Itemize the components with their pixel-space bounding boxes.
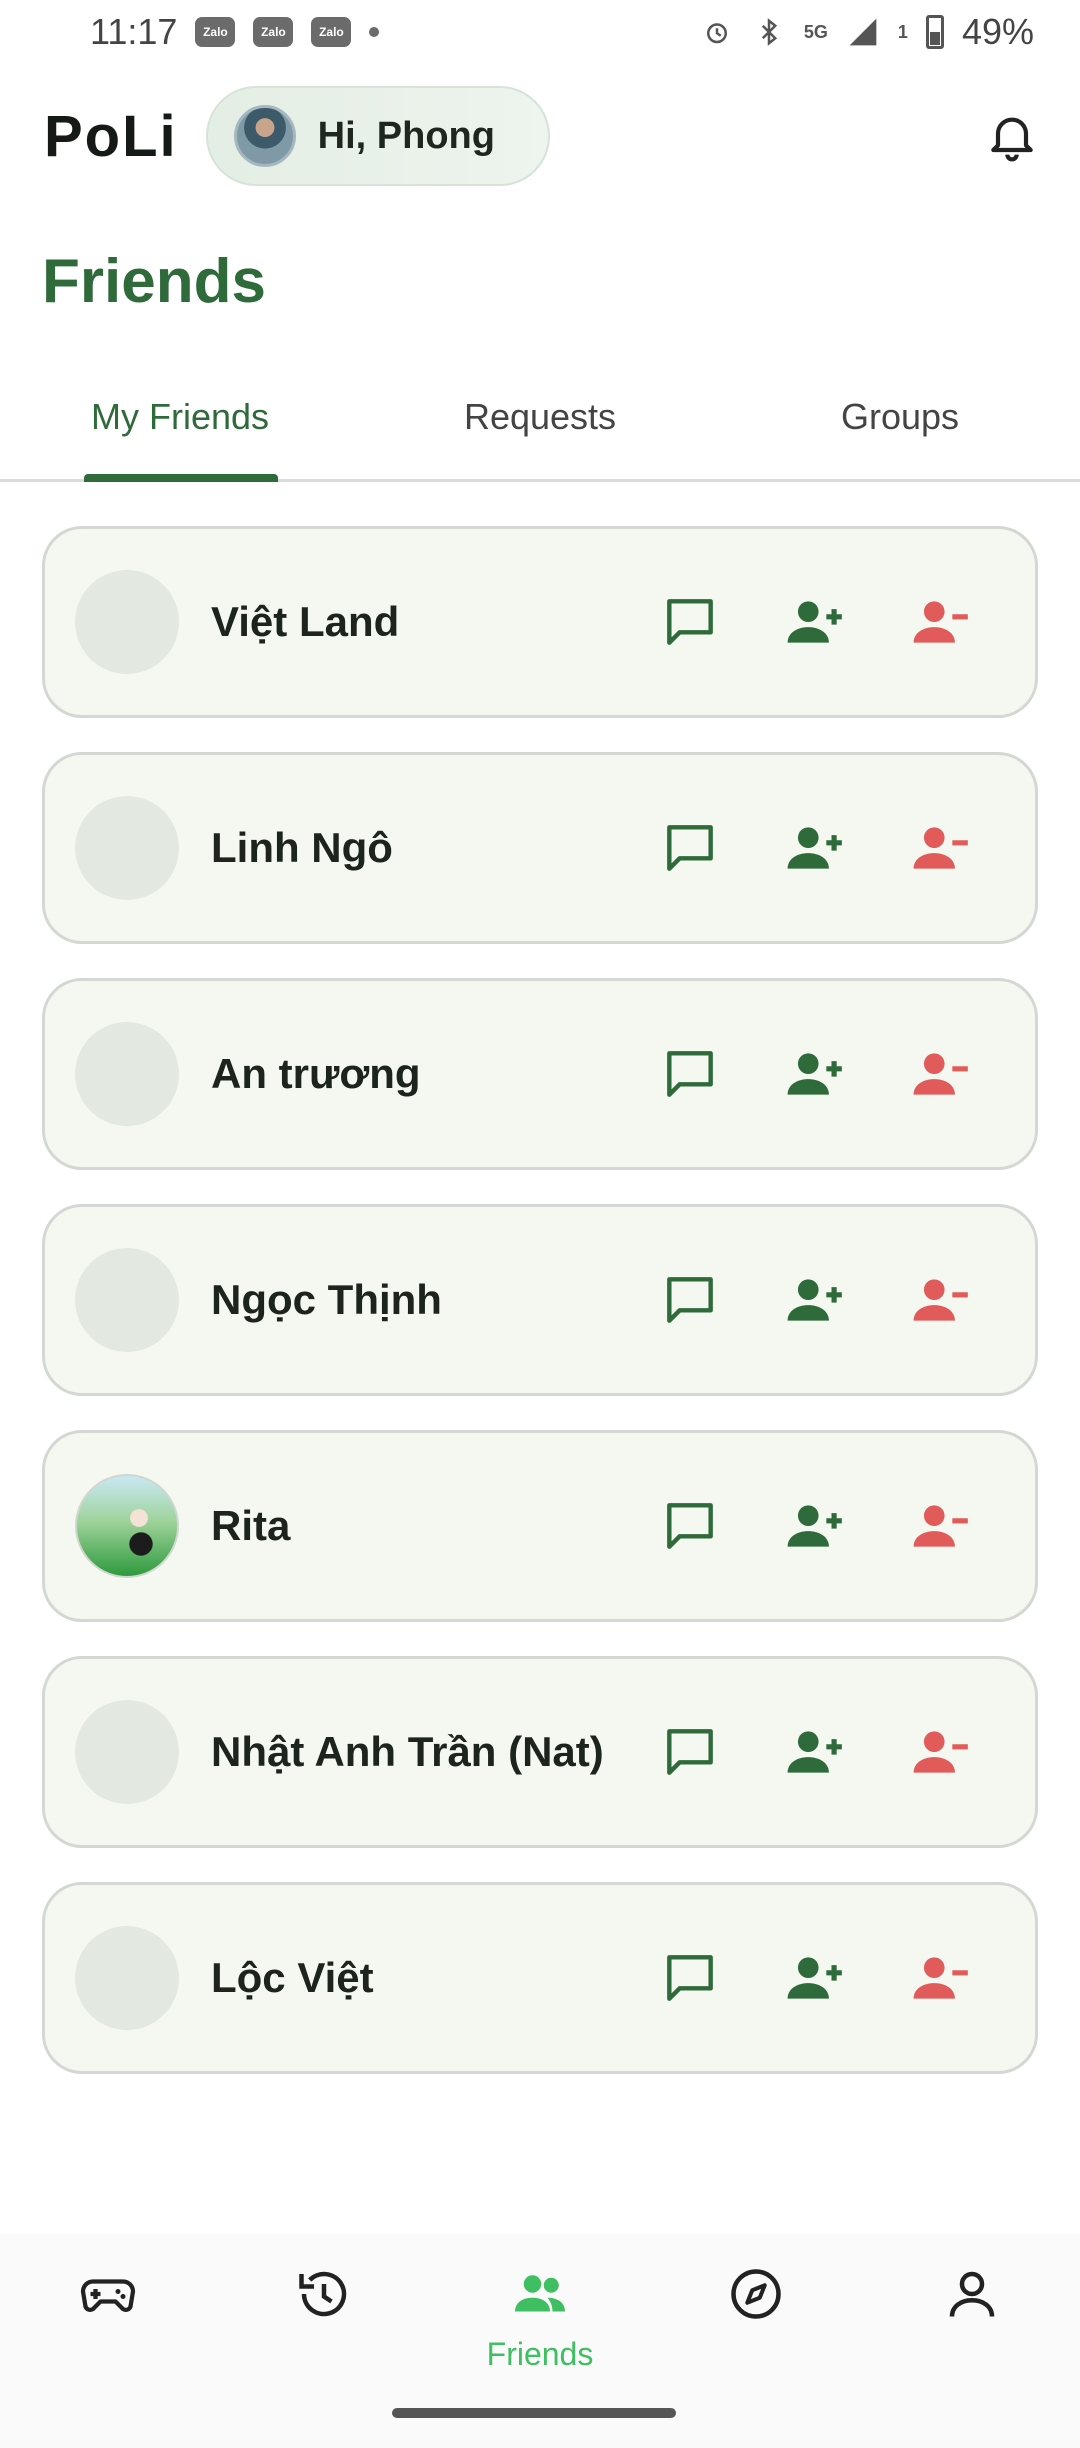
- friend-name: Ngọc Thịnh: [211, 1276, 442, 1323]
- sim-badge: 1: [897, 21, 908, 42]
- friend-actions: [659, 1495, 973, 1557]
- nav-friends-label: Friends: [486, 2336, 594, 2372]
- nav-history[interactable]: [244, 2264, 404, 2448]
- friend-actions: [659, 1269, 973, 1331]
- friend-card[interactable]: Ngọc Thịnh: [42, 1204, 1038, 1396]
- app-header: PoLi Hi, Phong: [0, 84, 1080, 188]
- history-icon: [299, 2271, 347, 2317]
- message-icon[interactable]: [659, 591, 721, 653]
- zalo-notification-icon: Zalo: [195, 17, 236, 47]
- friend-actions: [659, 1043, 973, 1105]
- app-logo: PoLi: [44, 103, 178, 169]
- status-right: 5G 1 49%: [700, 11, 1034, 53]
- friend-name: Linh Ngô: [211, 824, 393, 871]
- friend-actions: [659, 1721, 973, 1783]
- add-friend-icon[interactable]: [785, 1495, 847, 1557]
- message-icon[interactable]: [659, 817, 721, 879]
- zalo-notification-icon: Zalo: [311, 17, 352, 47]
- friend-name: Rita: [211, 1502, 291, 1549]
- tab-groups[interactable]: Groups: [720, 380, 1080, 479]
- message-icon[interactable]: [659, 1043, 721, 1105]
- friend-name: Nhật Anh Trần (Nat): [211, 1728, 604, 1775]
- bluetooth-icon: [752, 15, 786, 49]
- notification-bell-icon[interactable]: [984, 108, 1040, 164]
- compass-icon: [731, 2269, 781, 2319]
- friends-icon: [515, 2275, 565, 2312]
- gamepad-icon: [80, 2279, 136, 2312]
- add-friend-icon[interactable]: [785, 1043, 847, 1105]
- signal-icon: [846, 15, 880, 49]
- friend-actions: [659, 591, 973, 653]
- friend-card[interactable]: Việt Land: [42, 526, 1038, 718]
- nav-explore[interactable]: [676, 2264, 836, 2448]
- home-indicator[interactable]: [392, 2408, 676, 2418]
- remove-friend-icon[interactable]: [911, 591, 973, 653]
- friend-actions: [659, 817, 973, 879]
- add-friend-icon[interactable]: [785, 1947, 847, 2009]
- alarm-icon: [700, 15, 734, 49]
- message-icon[interactable]: [659, 1495, 721, 1557]
- friend-avatar: [75, 570, 179, 674]
- profile-icon: [949, 2271, 995, 2317]
- nav-profile[interactable]: [892, 2264, 1052, 2448]
- status-left: 11:17 Zalo Zalo Zalo: [90, 11, 380, 53]
- friend-card[interactable]: Lộc Việt: [42, 1882, 1038, 2074]
- friend-avatar: [75, 1248, 179, 1352]
- status-bar: 11:17 Zalo Zalo Zalo 5G 1 49%: [0, 0, 1080, 64]
- friend-card[interactable]: Linh Ngô: [42, 752, 1038, 944]
- remove-friend-icon[interactable]: [911, 1721, 973, 1783]
- friend-name: Việt Land: [211, 598, 400, 645]
- message-icon[interactable]: [659, 1721, 721, 1783]
- add-friend-icon[interactable]: [785, 1269, 847, 1331]
- remove-friend-icon[interactable]: [911, 1495, 973, 1557]
- nav-friends[interactable]: Friends: [460, 2264, 620, 2448]
- remove-friend-icon[interactable]: [911, 817, 973, 879]
- remove-friend-icon[interactable]: [911, 1269, 973, 1331]
- friend-list: Việt Land Linh Ngô An trương Ngọc Thịnh …: [42, 526, 1038, 2074]
- network-type: 5G: [803, 21, 828, 42]
- friend-avatar: [75, 1926, 179, 2030]
- user-greeting-chip[interactable]: Hi, Phong: [205, 86, 550, 186]
- message-icon[interactable]: [659, 1947, 721, 2009]
- user-avatar: [233, 105, 296, 167]
- friends-tabs: My Friends Requests Groups: [0, 380, 1080, 482]
- friend-avatar: [75, 1700, 179, 1804]
- more-notifications-icon: [369, 27, 380, 37]
- status-time: 11:17: [90, 11, 178, 52]
- nav-games[interactable]: [28, 2264, 188, 2448]
- friend-actions: [659, 1947, 973, 2009]
- friend-name: Lộc Việt: [211, 1954, 374, 2001]
- battery-percent: 49%: [961, 11, 1034, 52]
- friend-card[interactable]: An trương: [42, 978, 1038, 1170]
- page-title: Friends: [42, 247, 266, 316]
- battery-icon: [925, 15, 944, 49]
- message-icon[interactable]: [659, 1269, 721, 1331]
- friend-avatar-photo: [75, 1474, 179, 1578]
- tab-my-friends[interactable]: My Friends: [0, 380, 360, 482]
- friend-name: An trương: [211, 1050, 421, 1097]
- greeting-text: Hi, Phong: [317, 114, 495, 157]
- friend-card[interactable]: Rita: [42, 1430, 1038, 1622]
- add-friend-icon[interactable]: [785, 1721, 847, 1783]
- add-friend-icon[interactable]: [785, 817, 847, 879]
- friend-card[interactable]: Nhật Anh Trần (Nat): [42, 1656, 1038, 1848]
- tab-requests[interactable]: Requests: [360, 380, 720, 479]
- remove-friend-icon[interactable]: [911, 1043, 973, 1105]
- add-friend-icon[interactable]: [785, 591, 847, 653]
- friend-avatar: [75, 1022, 179, 1126]
- friend-avatar: [75, 796, 179, 900]
- zalo-notification-icon: Zalo: [253, 17, 294, 47]
- remove-friend-icon[interactable]: [911, 1947, 973, 2009]
